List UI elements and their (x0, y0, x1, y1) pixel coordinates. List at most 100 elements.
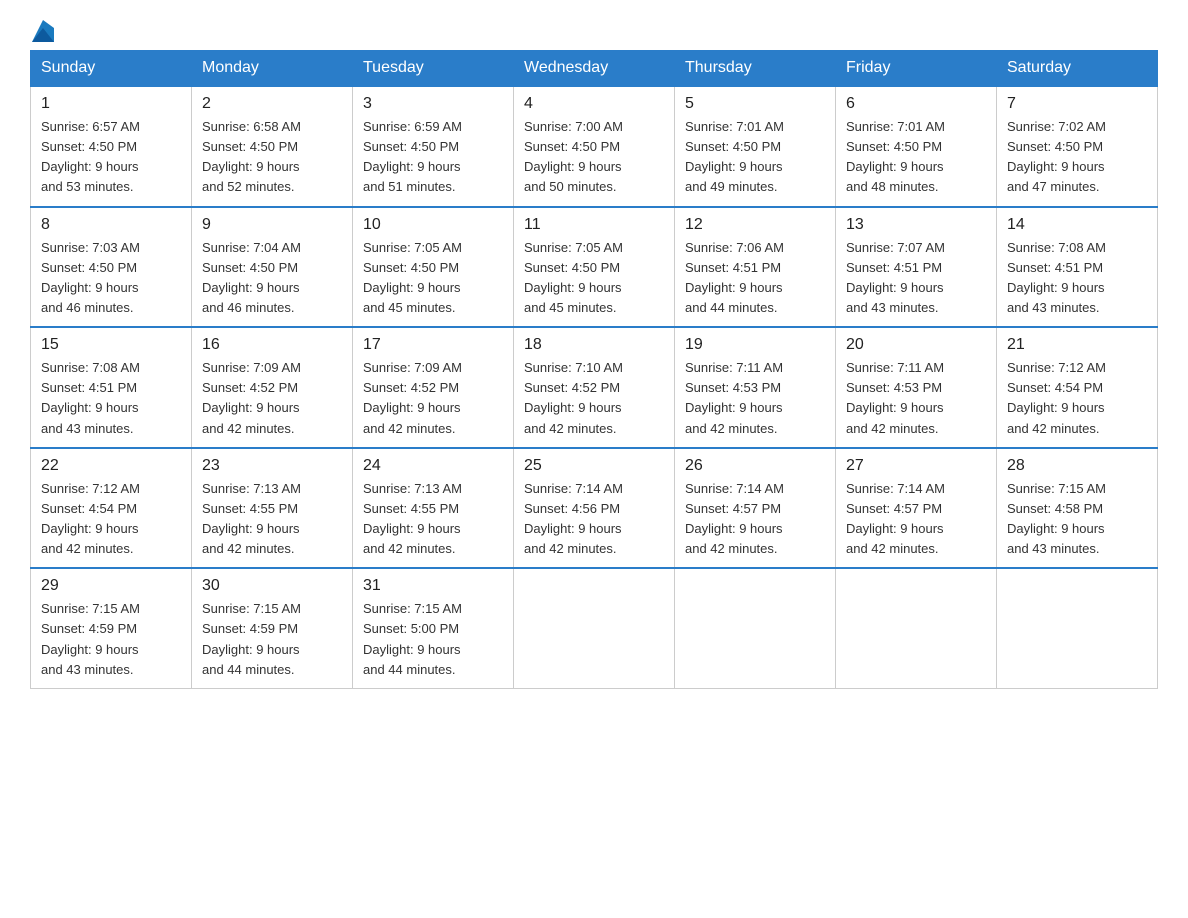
calendar-cell: 25 Sunrise: 7:14 AM Sunset: 4:56 PM Dayl… (514, 448, 675, 569)
day-info: Sunrise: 7:14 AM Sunset: 4:57 PM Dayligh… (685, 479, 825, 560)
day-number: 23 (202, 457, 342, 475)
calendar-cell: 1 Sunrise: 6:57 AM Sunset: 4:50 PM Dayli… (31, 86, 192, 207)
day-number: 5 (685, 95, 825, 113)
day-number: 8 (41, 216, 181, 234)
day-header-tuesday: Tuesday (353, 51, 514, 87)
calendar-cell: 10 Sunrise: 7:05 AM Sunset: 4:50 PM Dayl… (353, 207, 514, 328)
day-number: 10 (363, 216, 503, 234)
day-info: Sunrise: 7:07 AM Sunset: 4:51 PM Dayligh… (846, 238, 986, 319)
day-number: 7 (1007, 95, 1147, 113)
day-info: Sunrise: 7:14 AM Sunset: 4:56 PM Dayligh… (524, 479, 664, 560)
calendar-cell: 2 Sunrise: 6:58 AM Sunset: 4:50 PM Dayli… (192, 86, 353, 207)
page-header (30, 20, 1158, 40)
calendar-cell: 17 Sunrise: 7:09 AM Sunset: 4:52 PM Dayl… (353, 327, 514, 448)
day-info: Sunrise: 7:10 AM Sunset: 4:52 PM Dayligh… (524, 358, 664, 439)
day-header-saturday: Saturday (997, 51, 1158, 87)
day-number: 20 (846, 336, 986, 354)
day-info: Sunrise: 7:12 AM Sunset: 4:54 PM Dayligh… (1007, 358, 1147, 439)
calendar-cell: 31 Sunrise: 7:15 AM Sunset: 5:00 PM Dayl… (353, 568, 514, 688)
day-info: Sunrise: 7:03 AM Sunset: 4:50 PM Dayligh… (41, 238, 181, 319)
day-number: 13 (846, 216, 986, 234)
day-info: Sunrise: 7:11 AM Sunset: 4:53 PM Dayligh… (846, 358, 986, 439)
calendar-cell: 21 Sunrise: 7:12 AM Sunset: 4:54 PM Dayl… (997, 327, 1158, 448)
day-header-sunday: Sunday (31, 51, 192, 87)
day-info: Sunrise: 6:59 AM Sunset: 4:50 PM Dayligh… (363, 117, 503, 198)
day-number: 26 (685, 457, 825, 475)
day-info: Sunrise: 7:08 AM Sunset: 4:51 PM Dayligh… (41, 358, 181, 439)
day-number: 6 (846, 95, 986, 113)
day-number: 11 (524, 216, 664, 234)
calendar-cell (675, 568, 836, 688)
calendar-cell: 7 Sunrise: 7:02 AM Sunset: 4:50 PM Dayli… (997, 86, 1158, 207)
calendar-cell: 30 Sunrise: 7:15 AM Sunset: 4:59 PM Dayl… (192, 568, 353, 688)
calendar-cell: 5 Sunrise: 7:01 AM Sunset: 4:50 PM Dayli… (675, 86, 836, 207)
calendar-cell: 12 Sunrise: 7:06 AM Sunset: 4:51 PM Dayl… (675, 207, 836, 328)
calendar-header-row: SundayMondayTuesdayWednesdayThursdayFrid… (31, 51, 1158, 87)
day-header-monday: Monday (192, 51, 353, 87)
day-number: 22 (41, 457, 181, 475)
day-info: Sunrise: 7:05 AM Sunset: 4:50 PM Dayligh… (363, 238, 503, 319)
day-info: Sunrise: 7:12 AM Sunset: 4:54 PM Dayligh… (41, 479, 181, 560)
day-number: 3 (363, 95, 503, 113)
day-info: Sunrise: 6:58 AM Sunset: 4:50 PM Dayligh… (202, 117, 342, 198)
week-row-4: 22 Sunrise: 7:12 AM Sunset: 4:54 PM Dayl… (31, 448, 1158, 569)
week-row-5: 29 Sunrise: 7:15 AM Sunset: 4:59 PM Dayl… (31, 568, 1158, 688)
day-number: 1 (41, 95, 181, 113)
day-info: Sunrise: 6:57 AM Sunset: 4:50 PM Dayligh… (41, 117, 181, 198)
day-number: 28 (1007, 457, 1147, 475)
day-number: 14 (1007, 216, 1147, 234)
logo (30, 20, 54, 40)
day-header-wednesday: Wednesday (514, 51, 675, 87)
calendar-cell: 19 Sunrise: 7:11 AM Sunset: 4:53 PM Dayl… (675, 327, 836, 448)
calendar-cell: 18 Sunrise: 7:10 AM Sunset: 4:52 PM Dayl… (514, 327, 675, 448)
day-info: Sunrise: 7:09 AM Sunset: 4:52 PM Dayligh… (202, 358, 342, 439)
week-row-3: 15 Sunrise: 7:08 AM Sunset: 4:51 PM Dayl… (31, 327, 1158, 448)
day-info: Sunrise: 7:11 AM Sunset: 4:53 PM Dayligh… (685, 358, 825, 439)
day-info: Sunrise: 7:13 AM Sunset: 4:55 PM Dayligh… (202, 479, 342, 560)
calendar-cell: 13 Sunrise: 7:07 AM Sunset: 4:51 PM Dayl… (836, 207, 997, 328)
week-row-2: 8 Sunrise: 7:03 AM Sunset: 4:50 PM Dayli… (31, 207, 1158, 328)
calendar-cell: 14 Sunrise: 7:08 AM Sunset: 4:51 PM Dayl… (997, 207, 1158, 328)
day-info: Sunrise: 7:02 AM Sunset: 4:50 PM Dayligh… (1007, 117, 1147, 198)
day-info: Sunrise: 7:15 AM Sunset: 4:58 PM Dayligh… (1007, 479, 1147, 560)
calendar-cell: 20 Sunrise: 7:11 AM Sunset: 4:53 PM Dayl… (836, 327, 997, 448)
day-header-friday: Friday (836, 51, 997, 87)
calendar-cell (514, 568, 675, 688)
day-info: Sunrise: 7:13 AM Sunset: 4:55 PM Dayligh… (363, 479, 503, 560)
day-info: Sunrise: 7:15 AM Sunset: 5:00 PM Dayligh… (363, 599, 503, 680)
day-number: 17 (363, 336, 503, 354)
calendar-cell: 9 Sunrise: 7:04 AM Sunset: 4:50 PM Dayli… (192, 207, 353, 328)
calendar-cell: 26 Sunrise: 7:14 AM Sunset: 4:57 PM Dayl… (675, 448, 836, 569)
calendar-cell: 4 Sunrise: 7:00 AM Sunset: 4:50 PM Dayli… (514, 86, 675, 207)
day-number: 9 (202, 216, 342, 234)
calendar-cell: 24 Sunrise: 7:13 AM Sunset: 4:55 PM Dayl… (353, 448, 514, 569)
calendar-cell: 27 Sunrise: 7:14 AM Sunset: 4:57 PM Dayl… (836, 448, 997, 569)
calendar-cell: 3 Sunrise: 6:59 AM Sunset: 4:50 PM Dayli… (353, 86, 514, 207)
day-number: 30 (202, 577, 342, 595)
day-number: 29 (41, 577, 181, 595)
day-number: 27 (846, 457, 986, 475)
calendar-cell: 28 Sunrise: 7:15 AM Sunset: 4:58 PM Dayl… (997, 448, 1158, 569)
day-number: 19 (685, 336, 825, 354)
calendar-cell: 8 Sunrise: 7:03 AM Sunset: 4:50 PM Dayli… (31, 207, 192, 328)
day-header-thursday: Thursday (675, 51, 836, 87)
calendar-cell: 23 Sunrise: 7:13 AM Sunset: 4:55 PM Dayl… (192, 448, 353, 569)
calendar-cell (836, 568, 997, 688)
day-number: 25 (524, 457, 664, 475)
day-info: Sunrise: 7:04 AM Sunset: 4:50 PM Dayligh… (202, 238, 342, 319)
calendar-table: SundayMondayTuesdayWednesdayThursdayFrid… (30, 50, 1158, 689)
week-row-1: 1 Sunrise: 6:57 AM Sunset: 4:50 PM Dayli… (31, 86, 1158, 207)
calendar-cell: 16 Sunrise: 7:09 AM Sunset: 4:52 PM Dayl… (192, 327, 353, 448)
calendar-cell (997, 568, 1158, 688)
logo-icon (32, 20, 54, 42)
calendar-cell: 11 Sunrise: 7:05 AM Sunset: 4:50 PM Dayl… (514, 207, 675, 328)
day-info: Sunrise: 7:05 AM Sunset: 4:50 PM Dayligh… (524, 238, 664, 319)
calendar-cell: 15 Sunrise: 7:08 AM Sunset: 4:51 PM Dayl… (31, 327, 192, 448)
day-info: Sunrise: 7:06 AM Sunset: 4:51 PM Dayligh… (685, 238, 825, 319)
day-number: 31 (363, 577, 503, 595)
day-info: Sunrise: 7:09 AM Sunset: 4:52 PM Dayligh… (363, 358, 503, 439)
day-number: 4 (524, 95, 664, 113)
calendar-cell: 22 Sunrise: 7:12 AM Sunset: 4:54 PM Dayl… (31, 448, 192, 569)
day-info: Sunrise: 7:01 AM Sunset: 4:50 PM Dayligh… (685, 117, 825, 198)
day-info: Sunrise: 7:00 AM Sunset: 4:50 PM Dayligh… (524, 117, 664, 198)
